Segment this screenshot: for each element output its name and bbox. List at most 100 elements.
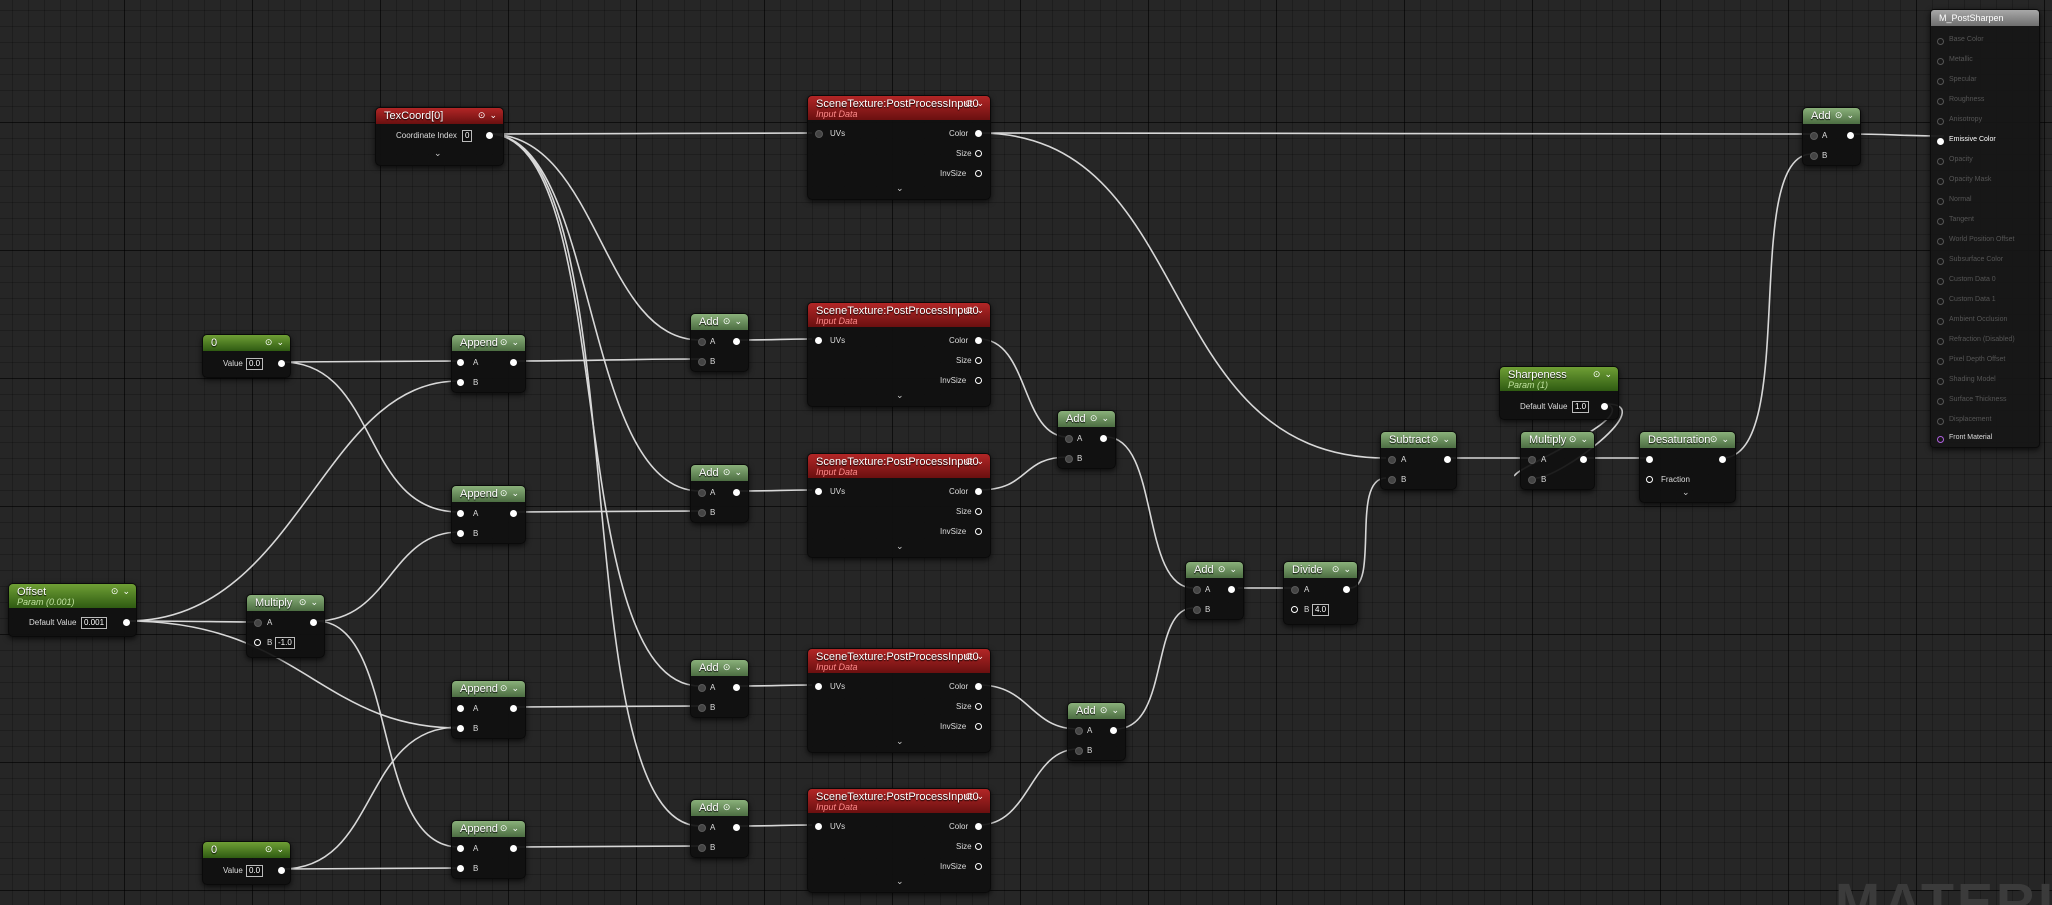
divide-node[interactable]: Divide ⊙ ⌄ A B 4.0	[1283, 561, 1358, 625]
output-pin[interactable]	[310, 619, 317, 626]
circle-icon[interactable]: ⊙	[1835, 110, 1843, 120]
pin-icon[interactable]	[1937, 178, 1944, 185]
append-node-1[interactable]: Append ⊙ ⌄ A B	[451, 334, 526, 393]
a-pin[interactable]	[1528, 456, 1536, 464]
a-pin[interactable]	[1388, 456, 1396, 464]
circle-icon[interactable]: ⊙	[723, 802, 731, 812]
output-pin[interactable]	[1110, 727, 1117, 734]
add-color-node-2[interactable]: Add ⊙ ⌄ A B	[1067, 702, 1126, 761]
circle-icon[interactable]: ⊙	[1593, 369, 1601, 379]
pin-icon[interactable]	[1937, 436, 1944, 443]
output-pin[interactable]	[1100, 435, 1107, 442]
chevron-down-icon[interactable]: ⌄	[511, 683, 519, 693]
chevron-down-icon[interactable]: ⌄	[1721, 434, 1729, 444]
b-pin[interactable]	[1388, 476, 1396, 484]
b-pin[interactable]	[457, 379, 464, 386]
chevron-down-icon[interactable]: ⌄	[1343, 564, 1351, 574]
b-pin[interactable]	[1193, 606, 1201, 614]
chevron-down-icon[interactable]: ⌄	[976, 651, 984, 661]
chevron-down-icon[interactable]: ⌄	[734, 467, 742, 477]
invsize-pin[interactable]	[975, 528, 982, 535]
color-pin[interactable]	[975, 337, 982, 344]
chevron-down-icon[interactable]: ⌄	[976, 98, 984, 108]
output-pin[interactable]	[733, 824, 740, 831]
default-value-field[interactable]: 0.001	[81, 617, 108, 629]
add-final-node[interactable]: Add ⊙ ⌄ A B	[1802, 107, 1861, 166]
add-color-node-1[interactable]: Add ⊙ ⌄ A B	[1057, 410, 1116, 469]
circle-icon[interactable]: ⊙	[478, 110, 486, 120]
chevron-down-icon[interactable]: ⌄	[1229, 564, 1237, 574]
output-pin[interactable]	[510, 845, 517, 852]
b-pin[interactable]	[457, 530, 464, 537]
circle-icon[interactable]: ⊙	[500, 337, 508, 347]
pin-icon[interactable]	[1937, 38, 1944, 45]
circle-icon[interactable]: ⊙	[723, 662, 731, 672]
b-pin[interactable]	[254, 639, 261, 646]
circle-icon[interactable]: ⊙	[299, 597, 307, 607]
uvs-pin[interactable]	[815, 823, 822, 830]
chevron-down-icon[interactable]: ⌄	[511, 823, 519, 833]
color-pin[interactable]	[975, 823, 982, 830]
multiply-node-right[interactable]: Multiply ⊙ ⌄ A B	[1520, 431, 1595, 490]
circle-icon[interactable]: ⊙	[500, 683, 508, 693]
chevron-down-icon[interactable]: ⌄	[1442, 434, 1450, 444]
pin-icon[interactable]	[1937, 238, 1944, 245]
expand-chevron-icon[interactable]: ⌄	[896, 541, 904, 552]
subtract-node[interactable]: Subtract ⊙ ⌄ A B	[1380, 431, 1457, 490]
output-pin[interactable]	[510, 705, 517, 712]
a-pin[interactable]	[698, 684, 706, 692]
chevron-down-icon[interactable]: ⌄	[734, 802, 742, 812]
circle-icon[interactable]: ⊙	[265, 337, 273, 347]
multiply-node-left[interactable]: Multiply ⊙ ⌄ A B -1.0	[246, 594, 325, 658]
output-pin[interactable]	[1580, 456, 1587, 463]
chevron-down-icon[interactable]: ⌄	[122, 586, 130, 596]
offset-parameter-node[interactable]: Offset Param (0.001) ⊙ ⌄ Default Value 0.…	[8, 583, 137, 637]
chevron-down-icon[interactable]: ⌄	[1604, 369, 1612, 379]
circle-icon[interactable]: ⊙	[1100, 705, 1108, 715]
circle-icon[interactable]: ⊙	[111, 586, 119, 596]
pin-icon[interactable]	[1937, 98, 1944, 105]
color-pin[interactable]	[975, 683, 982, 690]
circle-icon[interactable]: ⊙	[1569, 434, 1577, 444]
output-pin[interactable]	[1444, 456, 1451, 463]
constant-node-top[interactable]: 0 ⊙ ⌄ Value 0.0	[202, 334, 291, 378]
uvs-pin[interactable]	[815, 683, 822, 690]
chevron-down-icon[interactable]: ⌄	[511, 337, 519, 347]
circle-icon[interactable]: ⊙	[965, 456, 973, 466]
add-uv-node-4[interactable]: Add ⊙ ⌄ A B	[690, 799, 749, 858]
append-node-4[interactable]: Append ⊙ ⌄ A B	[451, 820, 526, 879]
add-uv-node-2[interactable]: Add ⊙ ⌄ A B	[690, 464, 749, 523]
a-pin[interactable]	[457, 845, 464, 852]
pin-icon[interactable]	[1937, 358, 1944, 365]
pin-icon[interactable]	[1937, 218, 1944, 225]
output-pin[interactable]	[733, 684, 740, 691]
output-pin[interactable]	[1343, 586, 1350, 593]
value-field[interactable]: 0.0	[246, 865, 264, 877]
expand-chevron-icon[interactable]: ⌄	[1682, 487, 1690, 498]
circle-icon[interactable]: ⊙	[965, 651, 973, 661]
circle-icon[interactable]: ⊙	[1090, 413, 1098, 423]
expand-chevron-icon[interactable]: ⌄	[434, 148, 442, 159]
pin-icon[interactable]	[1937, 258, 1944, 265]
b-pin[interactable]	[1075, 747, 1083, 755]
a-pin[interactable]	[1075, 727, 1083, 735]
uvs-pin[interactable]	[815, 130, 823, 138]
append-node-2[interactable]: Append ⊙ ⌄ A B	[451, 485, 526, 544]
invsize-pin[interactable]	[975, 377, 982, 384]
circle-icon[interactable]: ⊙	[500, 488, 508, 498]
circle-icon[interactable]: ⊙	[1218, 564, 1226, 574]
pin-icon[interactable]	[1937, 378, 1944, 385]
output-pin[interactable]	[1228, 586, 1235, 593]
pin-icon[interactable]	[1937, 398, 1944, 405]
circle-icon[interactable]: ⊙	[1710, 434, 1718, 444]
a-pin[interactable]	[457, 510, 464, 517]
value-field[interactable]: 0.0	[246, 358, 264, 370]
circle-icon[interactable]: ⊙	[965, 305, 973, 315]
a-pin[interactable]	[1810, 132, 1818, 140]
output-pin[interactable]	[733, 489, 740, 496]
b-value-field[interactable]: -1.0	[275, 637, 295, 649]
input-pin[interactable]	[1646, 456, 1653, 463]
pin-icon[interactable]	[1937, 158, 1944, 165]
a-pin[interactable]	[698, 824, 706, 832]
coordinate-index-field[interactable]: 0	[462, 130, 473, 142]
